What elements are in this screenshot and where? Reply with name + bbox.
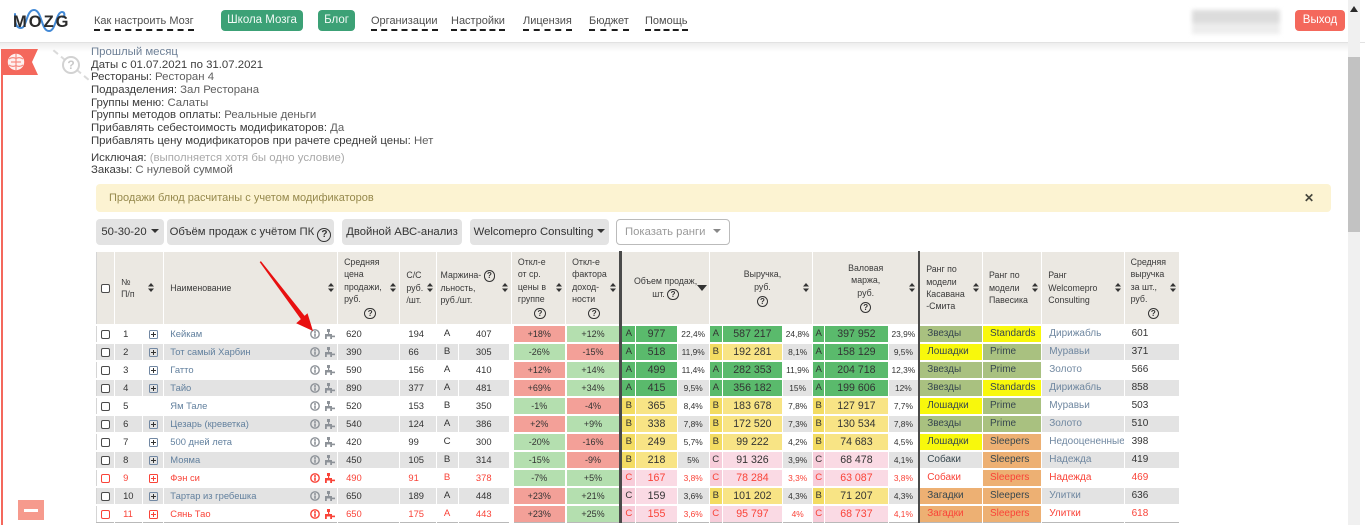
svg-text:MOZG: MOZG bbox=[13, 13, 71, 31]
